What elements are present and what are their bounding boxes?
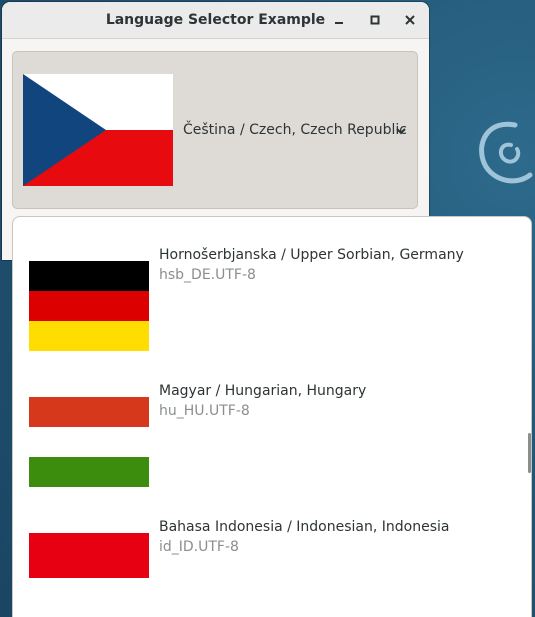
titlebar: Language Selector Example bbox=[2, 2, 429, 39]
list-item-indonesian[interactable]: Bahasa Indonesia / Indonesian, Indonesia… bbox=[13, 519, 531, 617]
minimize-icon bbox=[335, 22, 343, 24]
hungarian-flag-icon bbox=[29, 397, 149, 487]
close-button[interactable] bbox=[398, 8, 422, 32]
language-name: Magyar / Hungarian, Hungary bbox=[159, 383, 367, 399]
language-list-popover: Hornošerbjanska / Upper Sorbian, Germany… bbox=[12, 216, 532, 617]
locale-code: id_ID.UTF-8 bbox=[159, 539, 239, 555]
debian-swirl-icon bbox=[479, 121, 533, 184]
german-flag-icon bbox=[29, 261, 149, 351]
scrollbar-thumb[interactable] bbox=[528, 433, 531, 473]
locale-code: hsb_DE.UTF-8 bbox=[159, 267, 256, 283]
maximize-icon bbox=[370, 15, 380, 25]
locale-code: hu_HU.UTF-8 bbox=[159, 403, 250, 419]
list-item-upper-sorbian[interactable]: Hornošerbjanska / Upper Sorbian, Germany… bbox=[13, 247, 531, 357]
list-item-hungarian[interactable]: Magyar / Hungarian, Hungary hu_HU.UTF-8 bbox=[13, 383, 531, 493]
minimize-button[interactable] bbox=[327, 8, 351, 32]
maximize-button[interactable] bbox=[363, 8, 387, 32]
language-name: Bahasa Indonesia / Indonesian, Indonesia bbox=[159, 519, 450, 535]
language-dropdown[interactable]: Čeština / Czech, Czech Republic bbox=[12, 51, 418, 209]
czech-flag-icon bbox=[23, 74, 173, 186]
language-name: Hornošerbjanska / Upper Sorbian, Germany bbox=[159, 247, 464, 263]
close-icon bbox=[405, 15, 415, 25]
chevron-down-icon bbox=[396, 128, 406, 135]
indonesian-flag-icon bbox=[29, 533, 149, 617]
selected-language-label: Čeština / Czech, Czech Republic bbox=[183, 122, 407, 138]
